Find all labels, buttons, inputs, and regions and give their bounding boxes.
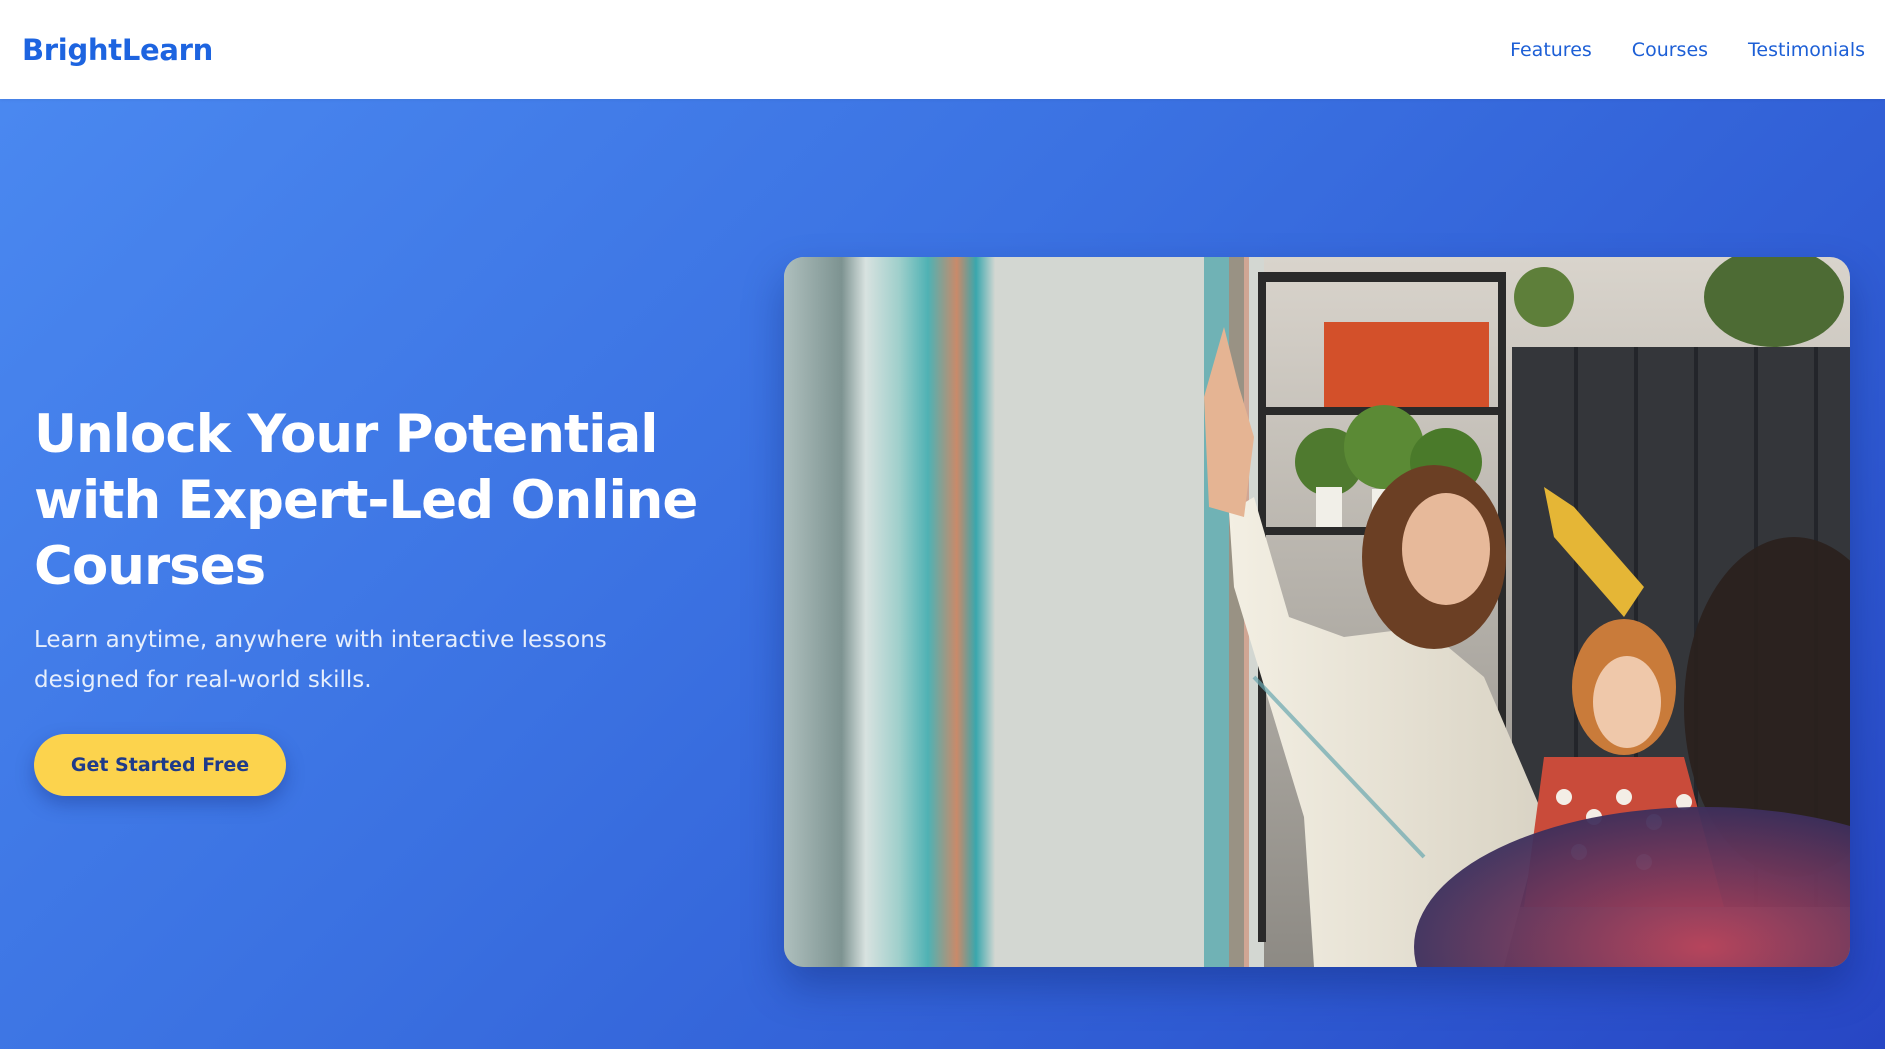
- hero-image: [784, 257, 1850, 967]
- main-nav: Features Courses Testimonials: [1510, 39, 1865, 61]
- hero-subtitle: Learn anytime, anywhere with interactive…: [34, 627, 607, 693]
- site-header: BrightLearn Features Courses Testimonial…: [0, 0, 1885, 99]
- get-started-button[interactable]: Get Started Free: [34, 734, 286, 796]
- hero-section: Unlock Your Potential with Expert-Led On…: [0, 99, 1885, 1049]
- nav-link-courses[interactable]: Courses: [1632, 39, 1708, 61]
- nav-link-testimonials[interactable]: Testimonials: [1748, 39, 1865, 61]
- nav-link-features[interactable]: Features: [1510, 39, 1592, 61]
- hero-text-block: Unlock Your Potential with Expert-Led On…: [34, 402, 704, 700]
- hero-title: Unlock Your Potential with Expert-Led On…: [34, 404, 698, 597]
- brand-logo[interactable]: BrightLearn: [22, 33, 213, 67]
- classroom-photo-icon: [784, 257, 1850, 967]
